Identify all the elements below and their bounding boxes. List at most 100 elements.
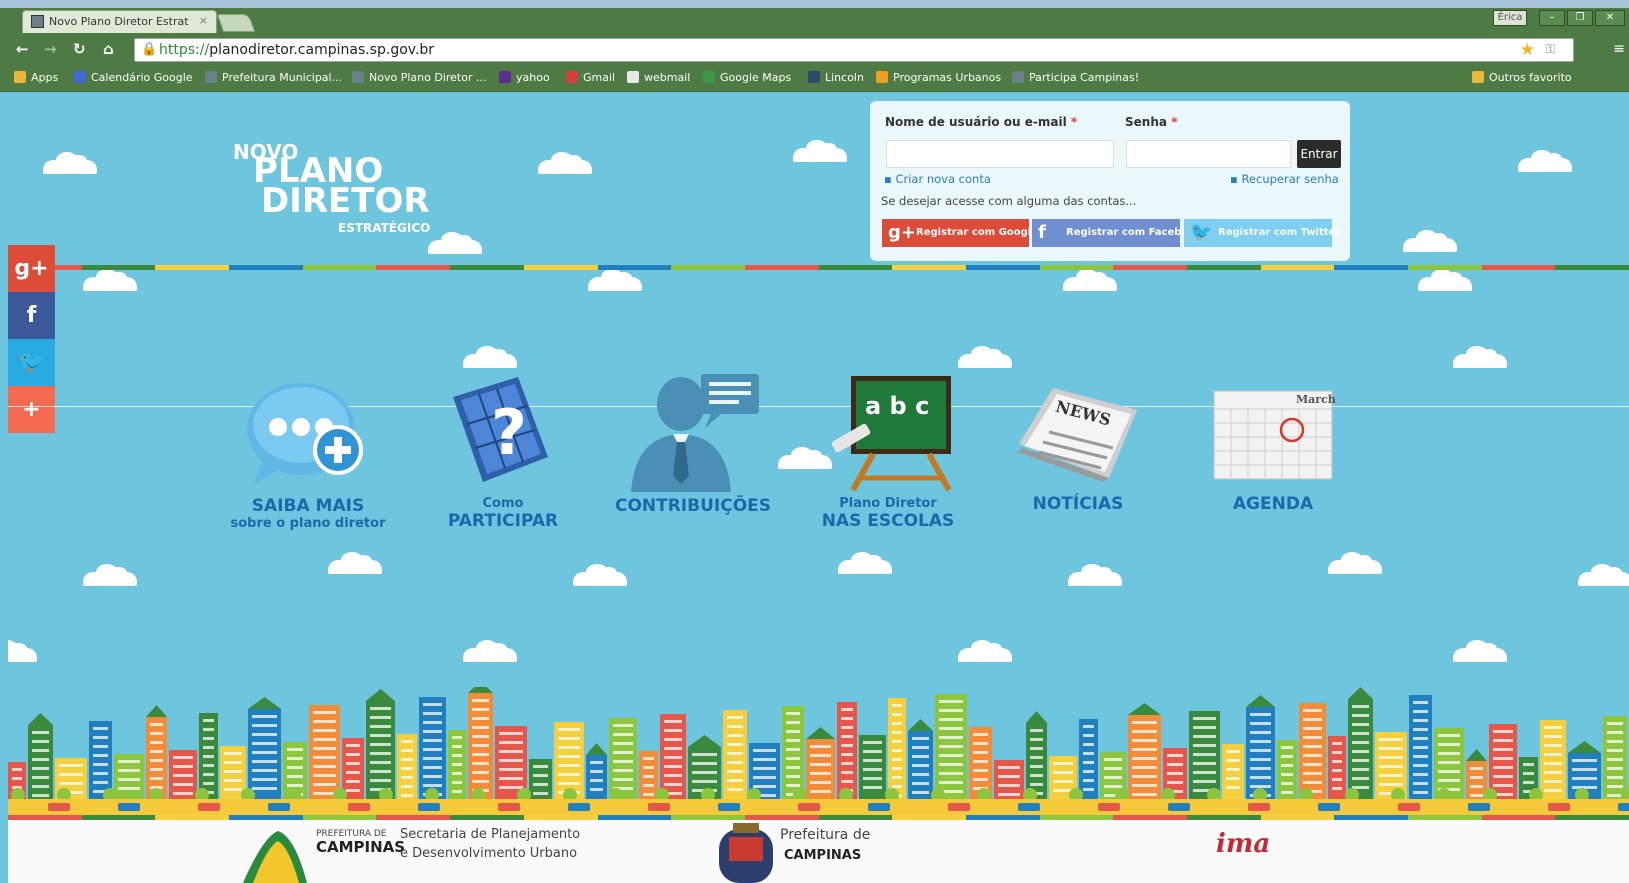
create-account-link[interactable]: Criar nova conta [884,172,990,186]
menu-agenda[interactable]: March AGENDA [1203,387,1343,514]
back-arrow-icon[interactable]: ← [16,40,29,58]
skyline-shape [939,727,963,730]
reload-icon[interactable]: ↻ [73,40,86,58]
skyline-shape [912,791,929,794]
stripe-segment [1555,265,1629,270]
bookmark-item[interactable]: webmail [627,71,690,84]
skyline-shape [1607,794,1623,797]
bookmark-item[interactable]: Novo Plano Diretor ... [352,71,486,84]
bookmark-item[interactable]: Participa Campinas! [1012,71,1139,84]
restore-icon[interactable]: ❐ [1567,10,1593,26]
bookmark-item[interactable]: Lincoln [808,71,864,84]
password-input[interactable] [1126,140,1291,168]
skyline-shape [1132,775,1157,778]
skyline-shape [224,761,242,764]
gmail-icon [566,71,578,83]
skyline-shape [313,711,336,714]
skyline-shape [59,782,83,785]
other-bookmarks-folder[interactable]: Outros favorito [1472,71,1572,84]
close-window-icon[interactable]: ✕ [1595,10,1625,26]
tab-close-icon[interactable]: × [199,14,208,27]
skyline-shape [1226,777,1240,780]
cloud-decoration [428,232,482,254]
skyline-shape [1413,764,1428,767]
skyline-shape [1026,711,1047,723]
menu-como-participar[interactable]: ? Como PARTICIPAR [433,372,573,531]
browser-tab[interactable]: Novo Plano Diretor Estrat × [22,10,217,33]
skyline-shape [1168,803,1190,811]
skyline-shape [1226,750,1240,753]
skyline-shape [401,785,413,788]
bookmark-label: yahoo [516,71,550,84]
bookmark-item[interactable]: Google Maps [703,71,791,84]
stripe-segment [818,265,893,270]
skyline-shape [692,771,717,774]
profile-badge[interactable]: Érica [1493,10,1527,26]
bookmark-item[interactable]: Prefeitura Municipal... [205,71,342,84]
menu-icon[interactable]: ≡ [1613,41,1625,57]
skyline-shape [664,783,682,786]
stripe-segment [1187,815,1261,820]
menu-nas-escolas[interactable]: a b c Plano Diretor NAS ESCOLAS [813,374,963,531]
skyline-shape [1281,755,1293,758]
new-tab-button[interactable] [216,14,256,32]
skyline-shape [48,803,70,811]
calendar-icon [74,71,86,83]
bookmark-star-icon[interactable]: ★ [1520,40,1535,60]
menu-noticias[interactable]: NEWS NOTÍCIAS [1008,382,1148,514]
skyline-shape [118,803,140,811]
skyline-shape [753,749,776,752]
password-label: Senha * [1125,115,1178,129]
stripe-segment [376,265,451,270]
cloud-decoration [793,140,847,162]
skyline-shape [1398,803,1420,811]
cloud-decoration [463,640,517,662]
home-icon[interactable]: ⌂ [103,40,114,58]
register-twitter-button[interactable]: 🐦 Registrar com Twitter [1184,219,1340,247]
skyline-shape [841,726,853,729]
skyline-shape [643,757,654,760]
color-stripe [8,265,1629,270]
register-google-button[interactable]: g+ Registrar com Google [882,219,1038,247]
skyline-shape [203,773,214,776]
stripe-segment [1334,815,1409,820]
forward-arrow-icon[interactable]: → [44,40,57,58]
bookmark-item[interactable]: Calendário Google [74,71,193,84]
key-icon[interactable]: ⚿ [1546,42,1555,57]
username-input[interactable] [886,140,1114,168]
minimize-icon[interactable]: – [1539,10,1565,26]
skyline-shape [452,781,462,784]
noticias-title: NOTÍCIAS [1032,494,1124,514]
skyline-shape [452,790,462,793]
menu-saiba-mais[interactable]: SAIBA MAIS sobre o plano diretor [218,377,398,531]
skyline-shape [912,764,929,767]
skyline-shape [786,730,800,733]
skyline-shape [1607,731,1623,734]
menu-contribuicoes[interactable]: CONTRIBUIÇÕES [613,372,773,516]
cloud-decoration [538,152,592,174]
plano-diretor-logo[interactable]: NOVO PLANO DIRETOR ESTRATÉGICO [233,140,443,240]
google-plus-icon[interactable]: g+ [8,245,55,292]
bookmark-item[interactable]: Gmail [566,71,615,84]
stripe-segment [155,815,230,820]
skyline-shape [613,742,633,745]
bookmark-item[interactable]: Programas Urbanos [876,71,1001,84]
recover-password-link[interactable]: Recuperar senha [1230,172,1338,186]
stripe-segment [302,265,377,270]
facebook-icon[interactable]: f [8,292,55,339]
skyline-shape [643,766,654,769]
register-facebook-button[interactable]: f Registrar com Facebook [1032,219,1202,247]
skyline-shape [452,772,462,775]
add-share-icon[interactable]: + [8,386,55,433]
bookmark-item[interactable]: Apps [14,71,58,84]
skyline-shape [287,775,303,778]
skyline-shape [841,717,853,720]
skyline-shape [499,759,523,762]
twitter-icon[interactable]: 🐦 [8,339,55,386]
skyline-shape [150,723,163,726]
address-bar[interactable]: 🔒 https://planodiretor.campinas.sp.gov.b… [134,38,1574,62]
login-submit-button[interactable]: Entrar [1297,140,1341,168]
bookmark-item[interactable]: yahoo [499,71,550,84]
skyline-shape [1379,747,1403,750]
skyline-shape [401,749,413,752]
